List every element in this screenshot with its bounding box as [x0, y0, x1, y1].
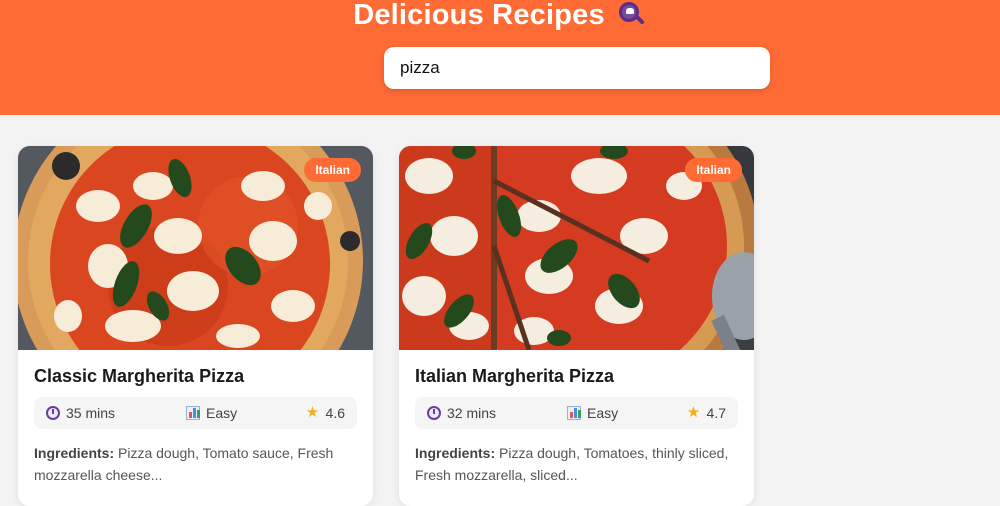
recipe-card[interactable]: Italian Italian Margherita Pizza 32 mins…	[399, 146, 754, 506]
ingredients-summary: Ingredients: Pizza dough, Tomatoes, thin…	[415, 442, 740, 486]
ingredients-text-line2: Fresh mozzarella, sliced...	[415, 467, 578, 483]
ingredients-text-line1: Pizza dough, Tomato sauce, Fresh	[118, 445, 334, 461]
page-title: Delicious Recipes	[353, 0, 605, 31]
cook-time-value: 32 mins	[447, 405, 497, 421]
rating: ★ 4.7	[687, 405, 726, 421]
difficulty: Easy	[186, 405, 237, 421]
recipe-meta: 35 mins Easy ★ 4.6	[34, 397, 357, 429]
ingredients-summary: Ingredients: Pizza dough, Tomato sauce, …	[34, 442, 359, 486]
ingredients-text-line1: Pizza dough, Tomatoes, thinly sliced,	[499, 445, 729, 461]
difficulty-value: Easy	[206, 405, 238, 421]
cook-time: 32 mins	[427, 405, 496, 421]
rating: ★ 4.6	[306, 405, 345, 421]
cuisine-badge: Italian	[304, 158, 361, 182]
rating-value: 4.6	[325, 405, 345, 421]
cook-time-value: 35 mins	[66, 405, 116, 421]
star-icon: ★	[305, 404, 320, 421]
stopwatch-icon	[46, 406, 60, 420]
stopwatch-icon	[427, 406, 441, 420]
recipe-title: Classic Margherita Pizza	[34, 366, 245, 386]
recipe-photo: Italian	[18, 146, 373, 350]
recipe-card[interactable]: Italian Classic Margherita Pizza 35 mins…	[18, 146, 373, 506]
search-input[interactable]	[384, 47, 770, 89]
difficulty-value: Easy	[587, 405, 619, 421]
bar-chart-icon	[567, 406, 581, 420]
star-icon: ★	[686, 404, 701, 421]
magnifier-emoji-icon	[617, 0, 647, 30]
difficulty: Easy	[567, 405, 618, 421]
ingredients-label: Ingredients:	[34, 445, 115, 461]
title-row: Delicious Recipes	[0, 0, 1000, 30]
ingredients-text-line2: mozzarella cheese...	[34, 467, 163, 483]
cook-time: 35 mins	[46, 405, 115, 421]
recipe-meta: 32 mins Easy ★ 4.7	[415, 397, 738, 429]
ingredients-label: Ingredients:	[415, 445, 496, 461]
bar-chart-icon	[186, 406, 200, 420]
cuisine-badge: Italian	[685, 158, 742, 182]
app-header: Delicious Recipes	[0, 0, 1000, 115]
rating-value: 4.7	[706, 405, 726, 421]
recipe-title: Italian Margherita Pizza	[415, 366, 615, 386]
recipe-photo: Italian	[399, 146, 754, 350]
